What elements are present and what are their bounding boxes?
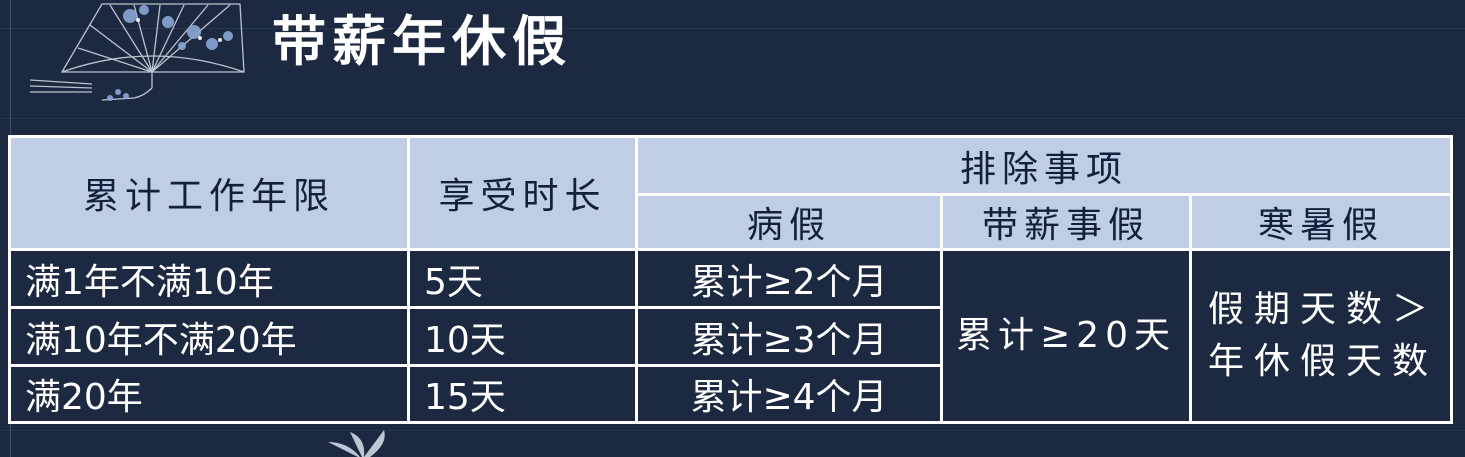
days-cell: 15天 xyxy=(407,364,638,424)
days-cell: 5天 xyxy=(407,248,638,309)
butterfly-icon xyxy=(328,430,385,457)
years-cell: 满1年不满10年 xyxy=(8,248,410,309)
page-title: 带薪年休假 xyxy=(272,9,572,73)
fan-with-flowers-icon xyxy=(29,3,245,101)
personal-leave-rule-cell: 累计≥20天 xyxy=(940,248,1192,424)
header-sick-leave: 病假 xyxy=(635,193,943,251)
header-cumulative-years: 累计工作年限 xyxy=(8,135,410,251)
sick-leave-cell: 累计≥4个月 xyxy=(635,364,943,424)
sick-leave-cell: 累计≥3个月 xyxy=(635,306,943,367)
header-exclusions: 排除事项 xyxy=(634,135,1454,196)
header-entitlement: 享受时长 xyxy=(407,135,638,251)
sick-leave-cell: 累计≥2个月 xyxy=(635,248,943,309)
years-cell: 满10年不满20年 xyxy=(8,306,410,367)
years-cell: 满20年 xyxy=(8,364,410,424)
leave-policy-table: 累计工作年限 享受时长 排除事项 病假 带薪事假 寒暑假 满1年不满10年 5天… xyxy=(8,135,1454,424)
table-row: 满1年不满10年 5天 累计≥2个月 累计≥20天 假期天数＞年休假天数 xyxy=(8,248,1454,424)
header-paid-personal-leave: 带薪事假 xyxy=(940,193,1192,251)
holiday-rule-cell: 假期天数＞年休假天数 xyxy=(1188,248,1454,424)
header-school-holidays: 寒暑假 xyxy=(1188,193,1454,251)
days-cell: 10天 xyxy=(407,306,638,367)
